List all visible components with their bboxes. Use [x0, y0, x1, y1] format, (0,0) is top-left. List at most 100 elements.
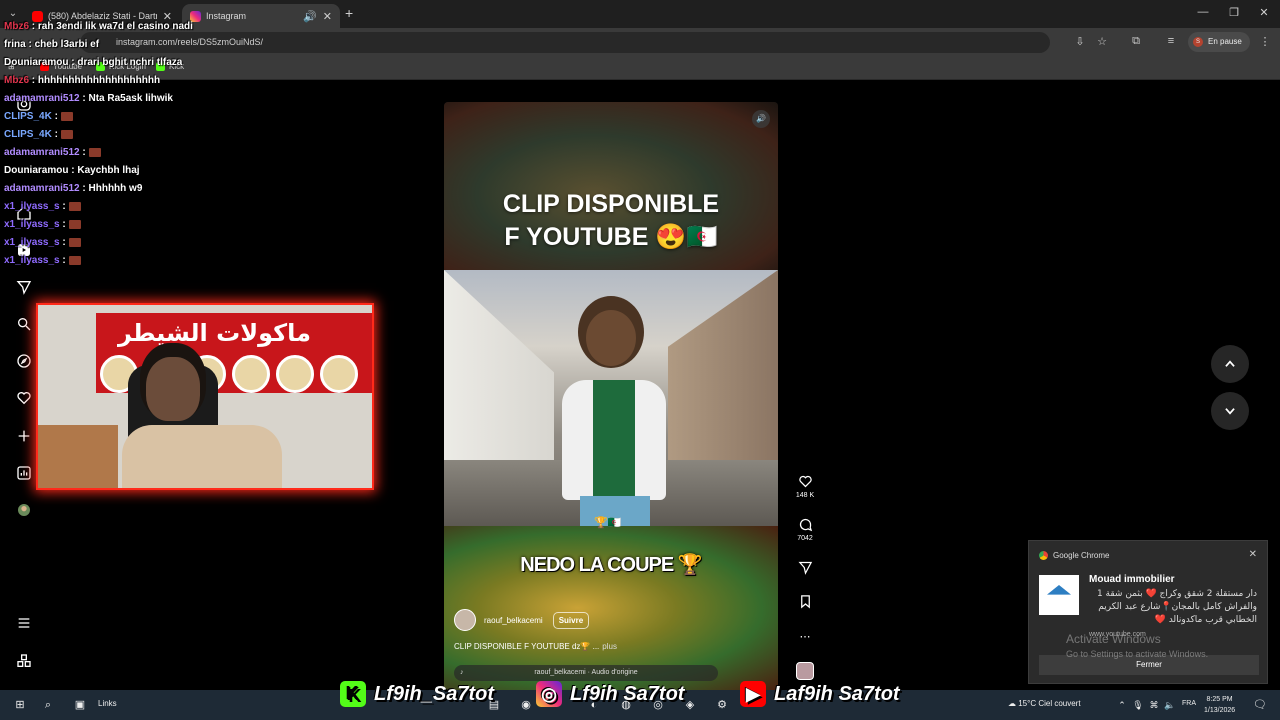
reel-title: CLIP DISPONIBLE F YOUTUBE 😍🇩🇿: [444, 188, 778, 254]
close-icon[interactable]: ✕: [1249, 549, 1257, 560]
chat-username: CLIPS_4K: [4, 111, 52, 122]
previous-reel-button[interactable]: [1211, 345, 1249, 383]
notifications-heart-icon[interactable]: [14, 388, 34, 408]
trophy-emojis: 🏆🇩🇿: [594, 517, 622, 529]
cloud-icon: ☁: [1008, 699, 1019, 708]
chat-text: cheb l3arbi ef: [34, 39, 100, 50]
chat-separator: :: [59, 237, 69, 248]
extensions-icon[interactable]: ⧉: [1128, 35, 1144, 48]
watermark-line: Activate Windows: [1066, 632, 1161, 646]
save-button[interactable]: [792, 594, 818, 612]
reel-audio-link[interactable]: ♪ raouf_belkacemi · Audio d'origine: [454, 665, 718, 681]
notification-center-icon[interactable]: 🗨: [1252, 697, 1268, 713]
next-reel-button[interactable]: [1211, 392, 1249, 430]
profile-avatar-icon[interactable]: [14, 500, 34, 520]
tray-chevron-icon[interactable]: ⌃: [1114, 697, 1130, 713]
microphone-icon[interactable]: 🎙: [1130, 697, 1146, 713]
emote-icon: [68, 237, 81, 247]
chat-separator: :: [25, 39, 35, 50]
dashboard-icon[interactable]: [14, 463, 34, 483]
clock[interactable]: 8:25 PM 1/13/2026: [1204, 694, 1235, 716]
media-controls-icon[interactable]: ≡: [1163, 35, 1179, 47]
links-toolbar[interactable]: Links: [98, 699, 117, 708]
chat-username: adamamrani512: [4, 93, 80, 104]
search-icon[interactable]: ⌕: [40, 697, 56, 713]
send-icon: [797, 561, 812, 575]
send-icon[interactable]: [14, 277, 34, 297]
task-view-icon[interactable]: ▣: [72, 697, 88, 713]
profile-pause-pill[interactable]: S En pause: [1188, 32, 1250, 52]
heart-icon: [798, 475, 812, 488]
chrome-notification[interactable]: Google Chrome ✕ Mouad immobilier دار مست…: [1028, 540, 1268, 684]
chat-message: adamamrani512 :: [4, 144, 264, 162]
windows-start-icon[interactable]: ⊞: [12, 697, 28, 713]
chat-separator: :: [79, 147, 89, 158]
close-tab-icon[interactable]: ✕: [323, 10, 332, 23]
more-options-icon[interactable]: ⋯: [792, 630, 818, 643]
network-icon[interactable]: ⌘: [1146, 697, 1162, 713]
settings-gear-icon[interactable]: ⚙: [714, 697, 730, 713]
comment-button[interactable]: 7042: [792, 517, 818, 542]
chat-username: x1_ilyass_s: [4, 219, 60, 230]
notification-app: Google Chrome: [1039, 551, 1109, 560]
follow-button[interactable]: Suivre: [552, 611, 590, 629]
chat-message: frina : cheb l3arbi ef: [4, 36, 264, 54]
person-head: [586, 310, 636, 366]
caption-text: CLIP DISPONIBLE F YOUTUBE dz🏆 ...: [454, 642, 600, 651]
chat-separator: :: [59, 219, 69, 230]
music-note-icon: ♪: [460, 669, 464, 676]
author-username[interactable]: raouf_belkacemi: [484, 616, 543, 625]
clock-time: 8:25 PM: [1206, 696, 1233, 703]
weather-widget[interactable]: ☁ 15°C Ciel couvert: [1008, 699, 1081, 708]
chat-message: Mbz6 : hhhhhhhhhhhhhhhhhhhh: [4, 72, 264, 90]
chat-separator: :: [68, 165, 78, 176]
search-icon[interactable]: [14, 314, 34, 334]
screen: ⌄ (580) Abdelaziz Stati - Dartni sa ✕ In…: [0, 0, 1280, 720]
share-button[interactable]: [792, 560, 818, 578]
chrome-icon: [1039, 551, 1048, 560]
bookmark-star-icon[interactable]: ☆: [1094, 35, 1110, 48]
chat-username: Mbz6: [4, 75, 29, 86]
tab-audio-icon[interactable]: 🔊: [303, 10, 317, 23]
author-avatar[interactable]: [454, 609, 476, 631]
notification-logo: [1039, 575, 1079, 615]
also-from-meta-icon[interactable]: [14, 651, 34, 671]
speaker-icon[interactable]: 🔈: [1162, 697, 1178, 713]
close-window-icon[interactable]: ✕: [1254, 6, 1274, 19]
chat-message: x1_ilyass_s :: [4, 234, 264, 252]
chat-message: CLIPS_4K :: [4, 126, 264, 144]
audio-thumbnail[interactable]: [796, 662, 814, 680]
more-menu-icon[interactable]: [14, 613, 34, 633]
banner-handle: Laf9ih Sa7tot: [774, 682, 900, 705]
minimize-icon[interactable]: —: [1193, 6, 1213, 18]
stream-banner-instagram: ◎ Lf9ih Sa7tot: [536, 680, 684, 708]
language-indicator[interactable]: FRA: [1182, 700, 1196, 707]
emote-icon: [68, 219, 81, 229]
install-app-icon[interactable]: ⇩: [1072, 35, 1088, 48]
reel-photo: [444, 270, 778, 526]
restore-icon[interactable]: ❐: [1224, 6, 1244, 19]
chat-username: Douniaramou: [4, 57, 69, 68]
chevron-down-icon: [1225, 408, 1235, 415]
chat-username: x1_ilyass_s: [4, 237, 60, 248]
volume-icon[interactable]: 🔊: [752, 110, 770, 128]
chat-separator: :: [29, 21, 38, 32]
emote-icon: [60, 111, 73, 121]
clock-date: 1/13/2026: [1204, 707, 1236, 714]
emote-icon: [88, 147, 101, 157]
chat-text: Hhhhhh w9: [88, 183, 143, 194]
chat-separator: :: [59, 201, 69, 212]
like-button[interactable]: 148 K: [792, 474, 818, 499]
caption-more-link[interactable]: plus: [602, 642, 617, 651]
chat-username: Douniaramou: [4, 165, 69, 176]
chrome-icon[interactable]: ◉: [518, 697, 534, 713]
chat-separator: :: [59, 255, 69, 266]
explore-icon[interactable]: [14, 351, 34, 371]
pause-label: En pause: [1208, 37, 1242, 46]
create-plus-icon[interactable]: [14, 426, 34, 446]
browser-menu-icon[interactable]: ⋮: [1257, 35, 1273, 48]
comment-icon: [799, 518, 812, 532]
chat-message: Douniaramou : drari bghit nchri tlfaza: [4, 54, 264, 72]
reel-video[interactable]: CLIP DISPONIBLE F YOUTUBE 😍🇩🇿 🏆🇩🇿 NEDO L…: [444, 102, 778, 690]
new-tab-button[interactable]: +: [345, 5, 353, 21]
